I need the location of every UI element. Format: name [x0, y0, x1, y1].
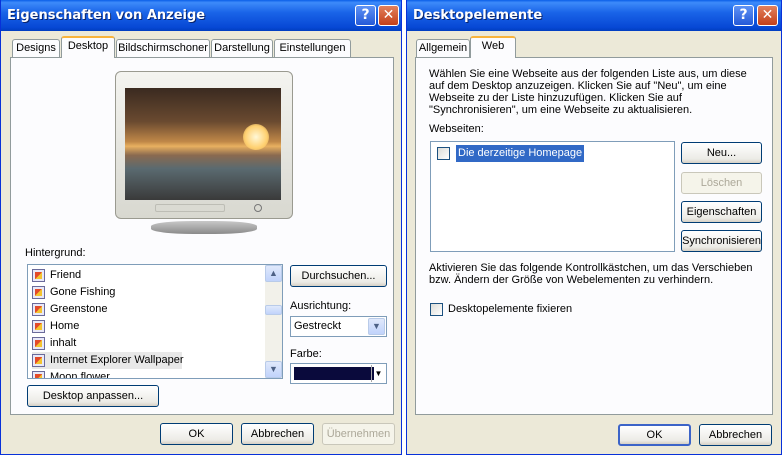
position-select[interactable]: Gestreckt ▼ [290, 316, 387, 337]
window-title: Desktopelemente [413, 8, 543, 23]
chevron-down-icon[interactable]: ▼ [371, 365, 385, 382]
tab-appearance[interactable]: Darstellung [211, 39, 273, 58]
list-item[interactable]: Die derzeitige Homepage [435, 145, 585, 162]
image-icon [32, 371, 45, 378]
image-icon [32, 354, 45, 367]
vertical-scrollbar[interactable]: ▲ ▼ [265, 265, 282, 378]
customize-desktop-button[interactable]: Desktop anpassen... [27, 385, 159, 407]
monitor-preview [115, 71, 293, 236]
image-icon [32, 269, 45, 282]
new-button[interactable]: Neu... [681, 142, 762, 164]
image-icon [32, 337, 45, 350]
desktop-tab-page: Hintergrund: Friend Gone Fishing Greenst… [10, 57, 394, 415]
delete-button[interactable]: Löschen [681, 172, 762, 194]
lock-checkbox[interactable] [430, 303, 443, 316]
webpages-list[interactable]: Die derzeitige Homepage [430, 141, 675, 252]
help-button[interactable]: ? [355, 5, 376, 26]
image-icon [32, 320, 45, 333]
cancel-button[interactable]: Abbrechen [699, 424, 772, 446]
sync-button[interactable]: Synchronisieren [681, 230, 762, 252]
webpage-checkbox[interactable] [437, 147, 450, 160]
scroll-up-icon[interactable]: ▲ [265, 265, 282, 282]
desktop-items-window: Desktopelemente ? ✕ Allgemein Web Wählen… [406, 0, 782, 455]
browse-button[interactable]: Durchsuchen... [290, 265, 387, 287]
tab-web[interactable]: Web [470, 36, 516, 58]
close-button[interactable]: ✕ [378, 5, 399, 26]
tab-screensaver[interactable]: Bildschirmschoner [116, 39, 210, 58]
background-list[interactable]: Friend Gone Fishing Greenstone Home inha… [27, 264, 283, 379]
color-picker[interactable]: ▼ [290, 363, 387, 384]
background-label: Hintergrund: [25, 247, 86, 259]
chevron-down-icon[interactable]: ▼ [368, 318, 385, 335]
ok-button[interactable]: OK [160, 423, 233, 445]
color-label: Farbe: [290, 348, 322, 360]
window-title: Eigenschaften von Anzeige [7, 8, 206, 23]
tab-desktop[interactable]: Desktop [61, 36, 115, 58]
ok-button[interactable]: OK [618, 424, 691, 446]
position-label: Ausrichtung: [290, 300, 352, 312]
tab-designs[interactable]: Designs [12, 39, 60, 58]
close-button[interactable]: ✕ [757, 5, 778, 26]
color-swatch [294, 367, 374, 380]
webpage-name: Die derzeitige Homepage [456, 145, 585, 162]
scroll-thumb[interactable] [265, 305, 282, 315]
scroll-down-icon[interactable]: ▼ [265, 361, 282, 378]
list-item-selected[interactable]: Internet Explorer Wallpaper [32, 352, 184, 369]
help-button[interactable]: ? [733, 5, 754, 26]
lock-info-text: Aktivieren Sie das folgende Kontrollkäst… [429, 262, 753, 286]
title-bar[interactable]: Desktopelemente ? ✕ [407, 0, 781, 31]
cancel-button[interactable]: Abbrechen [241, 423, 314, 445]
web-intro-text: Wählen Sie eine Webseite aus der folgend… [429, 68, 747, 116]
apply-button[interactable]: Übernehmen [322, 423, 395, 445]
image-icon [32, 286, 45, 299]
image-icon [32, 303, 45, 316]
title-bar[interactable]: Eigenschaften von Anzeige ? ✕ [1, 0, 401, 31]
lock-label[interactable]: Desktopelemente fixieren [448, 303, 572, 315]
display-properties-window: Eigenschaften von Anzeige ? ✕ Designs De… [0, 0, 402, 455]
position-value: Gestreckt [294, 320, 342, 332]
tab-settings[interactable]: Einstellungen [274, 39, 351, 58]
tab-general[interactable]: Allgemein [416, 39, 470, 58]
wallpaper-preview [125, 88, 281, 200]
webpages-label: Webseiten: [429, 123, 484, 135]
web-tab-page: Wählen Sie eine Webseite aus der folgend… [415, 57, 773, 415]
properties-button[interactable]: Eigenschaften [681, 201, 762, 223]
